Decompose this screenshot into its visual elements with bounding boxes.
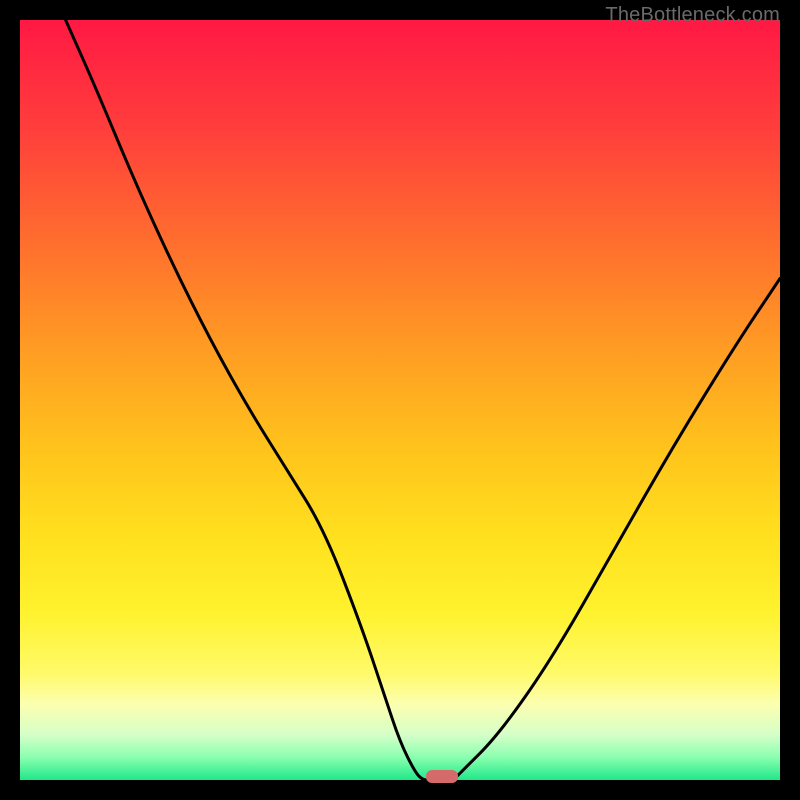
chart-container: TheBottleneck.com [0, 0, 800, 800]
bottleneck-chart [20, 20, 780, 780]
gradient-background [20, 20, 780, 780]
plot-area [20, 20, 780, 780]
